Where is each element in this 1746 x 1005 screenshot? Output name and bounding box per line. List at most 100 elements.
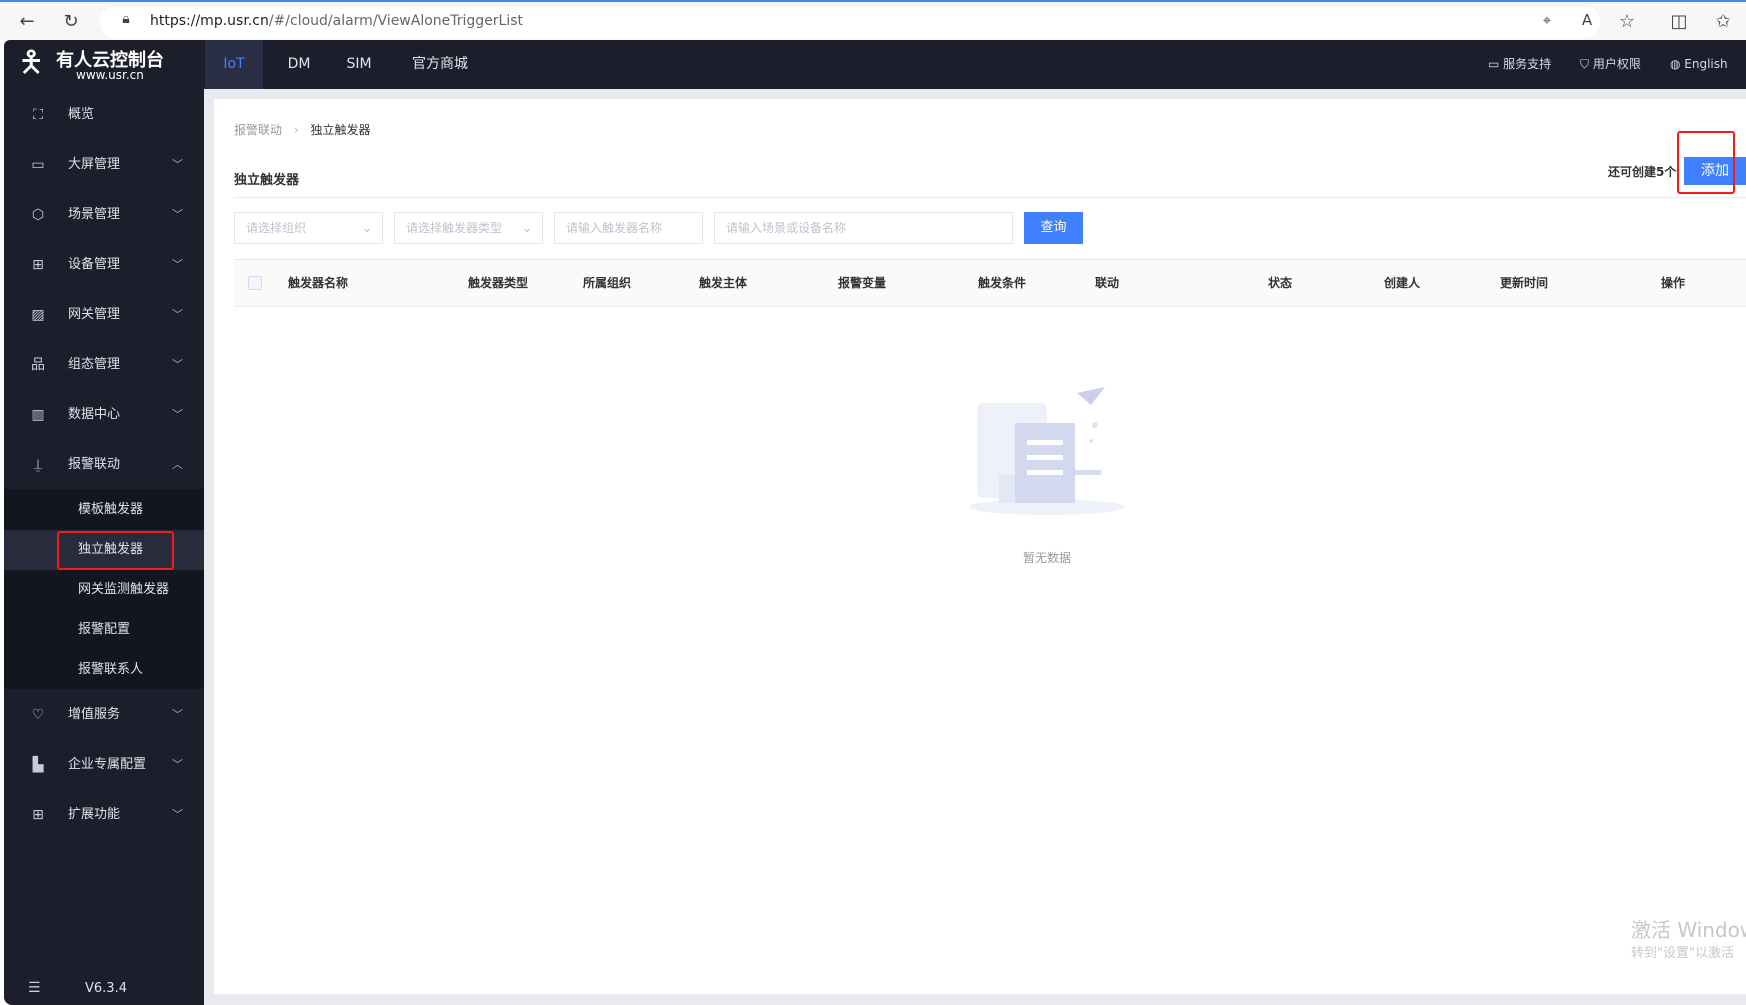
column-header: 状态 bbox=[1268, 276, 1293, 290]
sidebar-item-4[interactable]: ▨ 网关管理 ﹀ bbox=[4, 290, 204, 340]
breadcrumb-current: 独立触发器 bbox=[310, 123, 371, 137]
chevron-down-icon: ﹀ bbox=[172, 758, 183, 771]
permissions-label: 用户权限 bbox=[1592, 57, 1641, 71]
permissions-link[interactable]: ⛉ 用户权限 bbox=[1580, 40, 1641, 89]
chevron-down-icon: ﹀ bbox=[172, 808, 183, 821]
chevron-down-icon: ⌄ bbox=[521, 221, 532, 235]
chevron-down-icon: ﹀ bbox=[172, 308, 183, 321]
gateway-icon: ▨ bbox=[31, 307, 45, 323]
alarm-icon: ⍊ bbox=[33, 457, 43, 473]
read-aloud-icon[interactable]: A bbox=[1576, 11, 1598, 29]
sidebar-item-label: 设备管理 bbox=[68, 257, 121, 272]
sidebar-item-9[interactable]: ▙ 企业专属配置 ﹀ bbox=[4, 740, 204, 790]
type-placeholder: 请选择触发器类型 bbox=[406, 221, 503, 235]
sidebar-item-0[interactable]: ⛶ 概览 bbox=[4, 90, 204, 140]
column-header: 创建人 bbox=[1384, 276, 1421, 290]
column-header: 触发器类型 bbox=[468, 276, 529, 290]
logo-person-icon: 🯅 bbox=[18, 45, 45, 80]
sidebar-item-label: 增值服务 bbox=[68, 707, 121, 722]
shield-icon: ⛉ bbox=[1580, 57, 1593, 71]
column-header: 更新时间 bbox=[1500, 276, 1549, 290]
sidebar-item-label: 报警联动 bbox=[68, 457, 121, 472]
globe-icon: ◍ bbox=[1670, 57, 1685, 71]
tab-sim[interactable]: SIM bbox=[338, 40, 380, 89]
chevron-down-icon: ⌄ bbox=[361, 221, 372, 235]
submenu-item-4[interactable]: 报警联系人 bbox=[4, 650, 204, 690]
empty-illustration bbox=[965, 385, 1130, 520]
building-icon: ▙ bbox=[32, 757, 44, 773]
column-header: 触发主体 bbox=[699, 276, 748, 290]
lock-icon[interactable]: 🔒︎ bbox=[115, 11, 137, 27]
sidebar-item-5[interactable]: 品 组态管理 ﹀ bbox=[4, 340, 204, 390]
column-header: 联动 bbox=[1095, 276, 1120, 290]
back-icon[interactable]: ← bbox=[16, 11, 38, 32]
device-icon: ⊞ bbox=[32, 257, 44, 273]
reload-icon[interactable]: ↻ bbox=[60, 11, 82, 32]
chevron-up-icon: ︿ bbox=[172, 458, 183, 471]
sidebar-highlight-box bbox=[57, 531, 174, 570]
version-label: V6.3.4 bbox=[85, 981, 127, 996]
chevron-down-icon: ﹀ bbox=[172, 358, 183, 371]
screen-icon: ▭ bbox=[31, 157, 45, 173]
submenu-item-0[interactable]: 模板触发器 bbox=[4, 490, 204, 530]
sidebar-item-label: 数据中心 bbox=[68, 407, 121, 422]
data-icon: ▥ bbox=[31, 407, 45, 423]
sidebar-item-8[interactable]: ♡ 增值服务 ﹀ bbox=[4, 690, 204, 740]
submenu-item-2[interactable]: 网关监测触发器 bbox=[4, 570, 204, 610]
tab-store[interactable]: 官方商城 bbox=[409, 40, 471, 89]
favorite-icon[interactable]: ☆ bbox=[1616, 11, 1638, 32]
language-label: English bbox=[1684, 57, 1728, 71]
chat-icon: ▭ bbox=[1488, 57, 1504, 71]
collapse-menu-icon[interactable]: ☰ bbox=[28, 980, 41, 996]
divider bbox=[234, 197, 1746, 198]
breadcrumb-parent[interactable]: 报警联动 bbox=[234, 123, 282, 137]
sidebar-item-2[interactable]: ⬡ 场景管理 ﹀ bbox=[4, 190, 204, 240]
chevron-down-icon: ﹀ bbox=[172, 408, 183, 421]
sidebar-item-label: 大屏管理 bbox=[68, 157, 121, 172]
sidebar-item-1[interactable]: ▭ 大屏管理 ﹀ bbox=[4, 140, 204, 190]
breadcrumb-separator-icon: › bbox=[293, 123, 299, 137]
split-screen-icon[interactable]: ◫ bbox=[1668, 11, 1690, 32]
column-header: 操作 bbox=[1661, 276, 1686, 290]
chevron-down-icon: ﹀ bbox=[172, 208, 183, 221]
sidebar-item-label: 扩展功能 bbox=[68, 807, 121, 822]
tab-dm[interactable]: DM bbox=[278, 40, 320, 89]
chevron-down-icon: ﹀ bbox=[172, 708, 183, 721]
org-select[interactable]: 请选择组织 ⌄ bbox=[234, 212, 383, 244]
column-header: 报警变量 bbox=[838, 276, 887, 290]
tab-iot[interactable]: IoT bbox=[205, 40, 263, 89]
apps-icon: ⊞ bbox=[32, 807, 44, 823]
highlight-box bbox=[1677, 131, 1735, 194]
activation-watermark: 激活 Windows bbox=[1631, 918, 1746, 942]
support-label: 服务支持 bbox=[1503, 57, 1552, 71]
scene-icon: ⬡ bbox=[31, 207, 45, 223]
sidebar-item-10[interactable]: ⊞ 扩展功能 ﹀ bbox=[4, 790, 204, 840]
breadcrumb: 报警联动 › 独立触发器 bbox=[234, 121, 371, 138]
url-text[interactable]: https://mp.usr.cn/#/cloud/alarm/ViewAlon… bbox=[150, 13, 523, 29]
favorites-list-icon[interactable]: ✩ bbox=[1712, 11, 1734, 32]
column-header: 触发条件 bbox=[978, 276, 1027, 290]
top-nav: IoT DM SIM 官方商城 ▭ 服务支持 ⛉ 用户权限 ◍ English bbox=[4, 40, 1746, 89]
scene-device-input[interactable]: 请输入场景或设备名称 bbox=[714, 212, 1013, 244]
column-header: 所属组织 bbox=[583, 276, 632, 290]
org-placeholder: 请选择组织 bbox=[246, 221, 307, 235]
language-link[interactable]: ◍ English bbox=[1670, 40, 1728, 89]
empty-text: 暂无数据 bbox=[1022, 551, 1071, 565]
submenu-item-3[interactable]: 报警配置 bbox=[4, 610, 204, 650]
select-all-checkbox[interactable] bbox=[248, 276, 262, 290]
sidebar-item-6[interactable]: ▥ 数据中心 ﹀ bbox=[4, 390, 204, 440]
support-link[interactable]: ▭ 服务支持 bbox=[1488, 40, 1551, 89]
remaining-count: 还可创建5个 bbox=[1608, 165, 1677, 179]
location-icon[interactable]: ⌖ bbox=[1536, 11, 1558, 29]
activation-watermark-sub: 转到"设置"以激活 bbox=[1631, 946, 1734, 961]
trigger-type-select[interactable]: 请选择触发器类型 ⌄ bbox=[394, 212, 543, 244]
query-button[interactable]: 查询 bbox=[1024, 212, 1083, 244]
diamond-icon: ♡ bbox=[31, 707, 45, 723]
page-title: 独立触发器 bbox=[234, 173, 300, 188]
browser-toolbar: ← ↻ 🔒︎ https://mp.usr.cn/#/cloud/alarm/V… bbox=[0, 0, 1746, 40]
sidebar-item-7[interactable]: ⍊ 报警联动 ︿ bbox=[4, 440, 204, 490]
trigger-name-input[interactable]: 请输入触发器名称 bbox=[554, 212, 703, 244]
sidebar-item-3[interactable]: ⊞ 设备管理 ﹀ bbox=[4, 240, 204, 290]
logo-subtitle: www.usr.cn bbox=[76, 68, 144, 82]
column-header: 触发器名称 bbox=[288, 276, 349, 290]
